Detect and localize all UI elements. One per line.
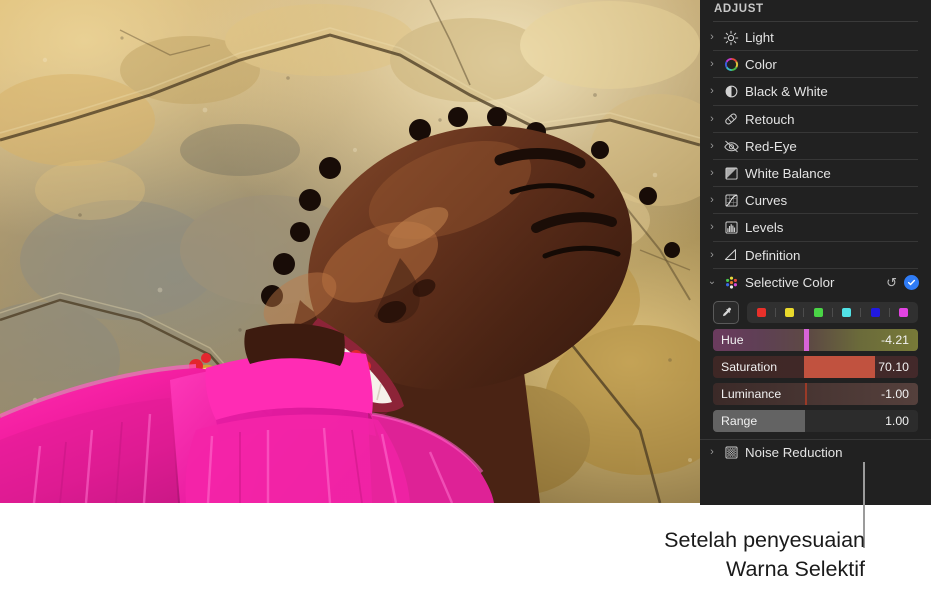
- adjustment-row-definition[interactable]: › Definition: [700, 242, 931, 269]
- disclosure-chevron-right-icon[interactable]: ›: [704, 249, 720, 261]
- luminance-slider-label: Luminance: [721, 386, 782, 401]
- disclosure-chevron-right-icon[interactable]: ›: [704, 168, 720, 179]
- disclosure-chevron-right-icon[interactable]: ›: [704, 195, 720, 206]
- half-circle-icon: [720, 83, 742, 101]
- selective-color-icon: [720, 273, 742, 291]
- adjustment-row-noise-reduction[interactable]: › Noise Reduction: [700, 438, 931, 466]
- disclosure-chevron-right-icon[interactable]: ›: [704, 140, 720, 152]
- adjustment-label: Selective Color: [745, 274, 835, 290]
- hue-slider-label: Hue: [721, 332, 744, 347]
- blue-swatch[interactable]: [870, 307, 880, 317]
- range-slider-value: 1.00: [885, 413, 909, 428]
- color-wheel-icon: [720, 56, 742, 74]
- adjustment-label: Definition: [745, 247, 801, 263]
- panel-title: ADJUST: [714, 3, 764, 15]
- swatch-divider: [803, 307, 805, 317]
- luminance-slider-value: -1.00: [880, 386, 909, 401]
- eye-slash-icon: [720, 137, 742, 155]
- disclosure-chevron-right-icon[interactable]: ›: [704, 59, 720, 70]
- adjustment-row-white-balance[interactable]: › White Balance: [700, 160, 931, 188]
- adjustment-label: Retouch: [745, 111, 795, 127]
- range-slider[interactable]: Range 1.00: [713, 409, 918, 432]
- adjustment-row-light[interactable]: › Light: [700, 24, 931, 52]
- curves-icon: [720, 192, 742, 210]
- adjustment-row-black-and-white[interactable]: › Black & White: [700, 78, 931, 106]
- callout-caption-line-2: Warna Selektif: [725, 556, 865, 581]
- bandage-icon: [720, 110, 742, 128]
- red-swatch[interactable]: [756, 307, 766, 317]
- noise-reduction-icon: [720, 444, 742, 462]
- adjustment-label: Curves: [745, 193, 788, 209]
- adjustment-row-levels[interactable]: › Levels: [700, 214, 931, 242]
- screenshot-stage: ADJUST › Light › Color › Black & White ›…: [0, 0, 931, 601]
- saturation-slider-fill: [804, 355, 875, 378]
- luminance-slider-thumb[interactable]: [804, 382, 807, 405]
- hue-slider-value: -4.21: [880, 332, 909, 347]
- callout-caption: Setelah penyesuaian Warna Selektif: [520, 526, 865, 583]
- photo-artwork: [0, 0, 700, 503]
- adjustment-label: Color: [745, 57, 777, 73]
- green-swatch[interactable]: [813, 307, 823, 317]
- reset-arrow-icon[interactable]: ↺: [886, 276, 897, 289]
- saturation-slider-value: 70.10: [878, 359, 909, 374]
- selective-color-actions: ↺: [886, 274, 931, 290]
- color-swatch-group[interactable]: [747, 301, 918, 323]
- swatch-divider: [860, 307, 862, 317]
- disclosure-chevron-right-icon[interactable]: ›: [704, 113, 720, 125]
- swatch-divider: [774, 307, 776, 317]
- hue-slider-thumb[interactable]: [804, 328, 810, 351]
- range-slider-label: Range: [721, 413, 758, 428]
- disclosure-chevron-down-icon[interactable]: ⌄: [704, 277, 720, 287]
- adjustment-row-color[interactable]: › Color: [700, 51, 931, 79]
- adjustment-row-selective-color[interactable]: ⌄ Selective Color ↺: [700, 269, 931, 296]
- photo-preview[interactable]: [0, 0, 700, 503]
- adjustment-label: Noise Reduction: [745, 445, 843, 461]
- disclosure-chevron-right-icon[interactable]: ›: [704, 447, 720, 458]
- disclosure-chevron-right-icon[interactable]: ›: [704, 86, 720, 97]
- sun-icon: [720, 29, 742, 47]
- cyan-swatch[interactable]: [842, 307, 852, 317]
- yellow-swatch[interactable]: [785, 307, 795, 317]
- definition-icon: [720, 246, 742, 264]
- adjustment-row-retouch[interactable]: › Retouch: [700, 106, 931, 133]
- white-balance-icon: [720, 165, 742, 183]
- checkmark-icon[interactable]: [904, 274, 919, 290]
- adjustment-list: › Light › Color › Black & White › Retouc…: [700, 24, 931, 466]
- disclosure-chevron-right-icon[interactable]: ›: [704, 32, 720, 43]
- eyedropper-icon[interactable]: [713, 300, 739, 324]
- saturation-slider-label: Saturation: [721, 359, 778, 374]
- selective-color-picker-row: [713, 300, 918, 324]
- saturation-slider[interactable]: Saturation 70.10: [713, 355, 918, 378]
- adjustment-row-curves[interactable]: › Curves: [700, 187, 931, 215]
- adjustment-row-red-eye[interactable]: › Red-Eye: [700, 133, 931, 161]
- magenta-swatch[interactable]: [899, 307, 909, 317]
- levels-icon: [720, 219, 742, 237]
- callout-caption-line-1: Setelah penyesuaian: [664, 528, 865, 552]
- hue-slider[interactable]: Hue -4.21: [713, 328, 918, 351]
- luminance-slider[interactable]: Luminance -1.00: [713, 382, 918, 405]
- adjustment-label: Black & White: [745, 84, 828, 100]
- swatch-divider: [889, 307, 891, 317]
- adjustment-label: Red-Eye: [745, 138, 797, 154]
- panel-title-divider: [713, 21, 918, 22]
- adjust-panel: ADJUST › Light › Color › Black & White ›…: [700, 0, 931, 505]
- disclosure-chevron-right-icon[interactable]: ›: [704, 222, 720, 233]
- adjustment-label: Levels: [745, 220, 784, 236]
- adjustment-label: White Balance: [745, 166, 831, 182]
- adjustment-label: Light: [745, 30, 774, 46]
- swatch-divider: [831, 307, 833, 317]
- selective-color-controls: Hue -4.21 Saturation 70.10 Luminance -1.…: [700, 296, 931, 439]
